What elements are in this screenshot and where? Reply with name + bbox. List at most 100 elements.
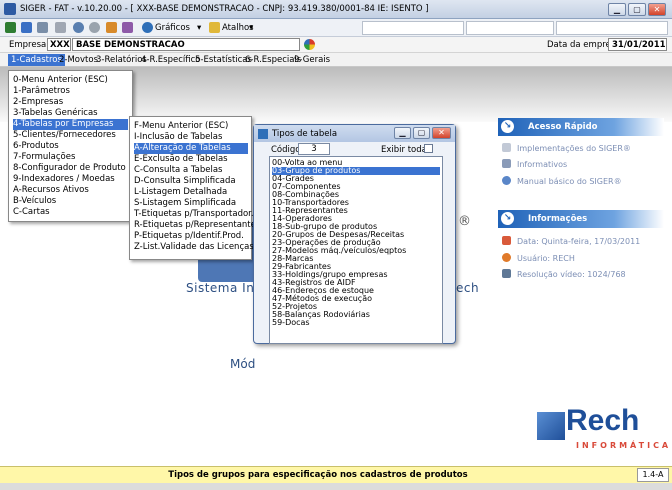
info-resolucao-label: Resolução vídeo: 1024/768 xyxy=(517,270,626,279)
monitor-icon xyxy=(502,269,511,278)
atalhos-dropdown-icon[interactable]: ▾ xyxy=(249,23,253,33)
graficos-menu[interactable]: Gráficos xyxy=(155,23,190,33)
cadastros-menu: 0-Menu Anterior (ESC) 1-Parâmetros 2-Emp… xyxy=(8,70,133,222)
cadastros-item-9[interactable]: 9-Indexadores / Moedas xyxy=(13,174,115,185)
app-icon xyxy=(4,3,16,15)
link-informativos[interactable]: Informativos xyxy=(502,159,567,169)
tipos-list[interactable]: 00-Volta ao menu 03-Grupo de produtos 04… xyxy=(269,156,443,344)
acesso-rapido-title: Acesso Rápido xyxy=(528,122,598,132)
window-titlebar: SIGER - FAT - v.10.20.00 - [ XXX-BASE DE… xyxy=(0,0,672,19)
menu-r-especifico[interactable]: 4-R.Específico xyxy=(141,55,200,65)
toolbar-field-1 xyxy=(362,21,464,35)
menu-estatisticas[interactable]: 5-Estatísticas xyxy=(195,55,252,65)
menu-relatorios[interactable]: 3-Relatórios xyxy=(96,55,147,65)
bottom-strip xyxy=(0,483,672,490)
arrow-icon: ↘ xyxy=(501,120,514,133)
menu-gerais[interactable]: 9-Gerais xyxy=(294,55,330,65)
shortcut-icon xyxy=(209,22,220,33)
reg-mark: ® xyxy=(458,214,471,229)
link-manual-label: Manual básico do SIGER® xyxy=(517,177,622,186)
empresa-name-field[interactable]: BASE DEMONSTRACAO xyxy=(72,38,300,51)
cadastros-item-0[interactable]: 0-Menu Anterior (ESC) xyxy=(13,75,108,86)
info-icon xyxy=(502,159,511,168)
tabelas-item-s[interactable]: S-Listagem Simplificada xyxy=(134,198,236,209)
users-icon[interactable] xyxy=(106,22,117,33)
dialog-minimize-button[interactable]: ▁ xyxy=(394,127,411,139)
tabelas-item-i[interactable]: I-Inclusão de Tabelas xyxy=(134,132,222,143)
close-button[interactable]: ✕ xyxy=(648,3,666,16)
cadastros-item-a[interactable]: A-Recursos Ativos xyxy=(13,185,89,196)
cadastros-item-5[interactable]: 5-Clientes/Fornecedores xyxy=(13,130,116,141)
rech-logo-icon xyxy=(537,412,565,440)
dialog-close-button[interactable]: ✕ xyxy=(432,127,451,139)
cadastros-item-3[interactable]: 3-Tabelas Genéricas xyxy=(13,108,98,119)
menu-cadastros[interactable]: 1-Cadastros xyxy=(8,54,65,66)
menu-bar: 1-Cadastros 2-Movtos 3-Relatórios 4-R.Es… xyxy=(0,53,672,67)
tipos-tabela-dialog: Tipos de tabela ▁ ▢ ✕ Código 3 Exibir to… xyxy=(253,124,456,344)
arrow-icon: ↘ xyxy=(501,212,514,225)
cadastros-item-7[interactable]: 7-Formulações xyxy=(13,152,75,163)
minimize-button[interactable]: ▁ xyxy=(608,3,626,16)
email-icon[interactable] xyxy=(73,22,84,33)
link-implementacoes[interactable]: Implementações do SIGER® xyxy=(502,143,631,153)
tabelas-item-c[interactable]: C-Consulta a Tabelas xyxy=(134,165,222,176)
tabelas-item-a[interactable]: A-Alteração de Tabelas xyxy=(134,143,248,154)
maximize-button[interactable]: ▢ xyxy=(628,3,646,16)
cadastros-item-c[interactable]: C-Cartas xyxy=(13,207,50,218)
link-informativos-label: Informativos xyxy=(517,160,568,169)
tabelas-item-l[interactable]: L-Listagem Detalhada xyxy=(134,187,227,198)
info-usuario: Usuário: RECH xyxy=(502,253,575,263)
codigo-input[interactable]: 3 xyxy=(298,143,330,155)
menu-r-especiais[interactable]: 6-R.Especiais xyxy=(245,55,301,65)
exibir-todas-checkbox[interactable] xyxy=(424,144,433,153)
tabelas-item-e[interactable]: E-Exclusão de Tabelas xyxy=(134,154,228,165)
link-implementacoes-label: Implementações do SIGER® xyxy=(517,144,631,153)
info-resolucao: Resolução vídeo: 1024/768 xyxy=(502,269,626,279)
user-icon xyxy=(502,253,511,262)
print-icon[interactable] xyxy=(55,22,66,33)
right-panel: ↘ Acesso Rápido Implementações do SIGER®… xyxy=(492,112,672,372)
menu-movtos[interactable]: 2-Movtos xyxy=(59,55,98,65)
informacoes-title: Informações xyxy=(528,214,588,224)
sistema-text-tail: ech xyxy=(456,281,480,295)
cadastros-item-4[interactable]: 4-Tabelas por Empresas xyxy=(13,119,128,130)
window-title: SIGER - FAT - v.10.20.00 - [ XXX-BASE DE… xyxy=(20,4,429,14)
toolbar: Gráficos ▾ Atalhos ▾ xyxy=(0,19,672,37)
cadastros-item-b[interactable]: B-Veículos xyxy=(13,196,56,207)
tools-icon xyxy=(502,143,511,152)
status-message: Tipos de grupos para especificação nos c… xyxy=(168,470,468,480)
info-data: Data: Quinta-feira, 17/03/2011 xyxy=(502,236,640,246)
rech-logo-sub: INFORMÁTICA xyxy=(576,441,672,450)
tabelas-item-r[interactable]: R-Etiquetas p/Representantes xyxy=(134,220,260,231)
search-icon[interactable] xyxy=(89,22,100,33)
tabelas-item-p[interactable]: P-Etiquetas p/Identif.Prod. xyxy=(134,231,244,242)
status-bar: Tipos de grupos para especificação nos c… xyxy=(0,466,672,483)
link-manual[interactable]: Manual básico do SIGER® xyxy=(502,176,622,186)
cadastros-item-1[interactable]: 1-Parâmetros xyxy=(13,86,70,97)
empresa-code-field[interactable]: XXX xyxy=(47,38,71,51)
informacoes-header: ↘ Informações xyxy=(498,210,664,228)
empresa-date-field[interactable]: 31/01/2011 xyxy=(608,38,667,51)
exit-icon[interactable] xyxy=(5,22,16,33)
empresa-label: Empresa xyxy=(9,40,47,50)
document-icon[interactable] xyxy=(37,22,48,33)
cadastros-item-8[interactable]: 8-Configurador de Produto xyxy=(13,163,126,174)
tabelas-item-t[interactable]: T-Etiquetas p/Transportador. xyxy=(134,209,254,220)
dialog-titlebar: Tipos de tabela ▁ ▢ ✕ xyxy=(254,125,455,142)
tabelas-submenu: F-Menu Anterior (ESC) I-Inclusão de Tabe… xyxy=(129,116,260,260)
dialog-icon xyxy=(258,129,268,139)
calendar-icon xyxy=(502,236,511,245)
tabelas-item-d[interactable]: D-Consulta Simplificada xyxy=(134,176,236,187)
globe-icon[interactable] xyxy=(304,39,315,50)
help-icon[interactable] xyxy=(122,22,133,33)
tabelas-item-f[interactable]: F-Menu Anterior (ESC) xyxy=(134,121,228,132)
toolbar-field-3 xyxy=(556,21,668,35)
save-icon[interactable] xyxy=(21,22,32,33)
cadastros-item-2[interactable]: 2-Empresas xyxy=(13,97,63,108)
tabelas-item-z[interactable]: Z-List.Validade das Licenças xyxy=(134,242,254,253)
empresa-bar: Empresa XXX BASE DEMONSTRACAO Data da em… xyxy=(0,37,672,53)
cadastros-item-6[interactable]: 6-Produtos xyxy=(13,141,59,152)
dialog-maximize-button[interactable]: ▢ xyxy=(413,127,430,139)
graficos-dropdown-icon[interactable]: ▾ xyxy=(197,23,201,33)
list-item[interactable]: 59-Docas xyxy=(272,319,440,327)
